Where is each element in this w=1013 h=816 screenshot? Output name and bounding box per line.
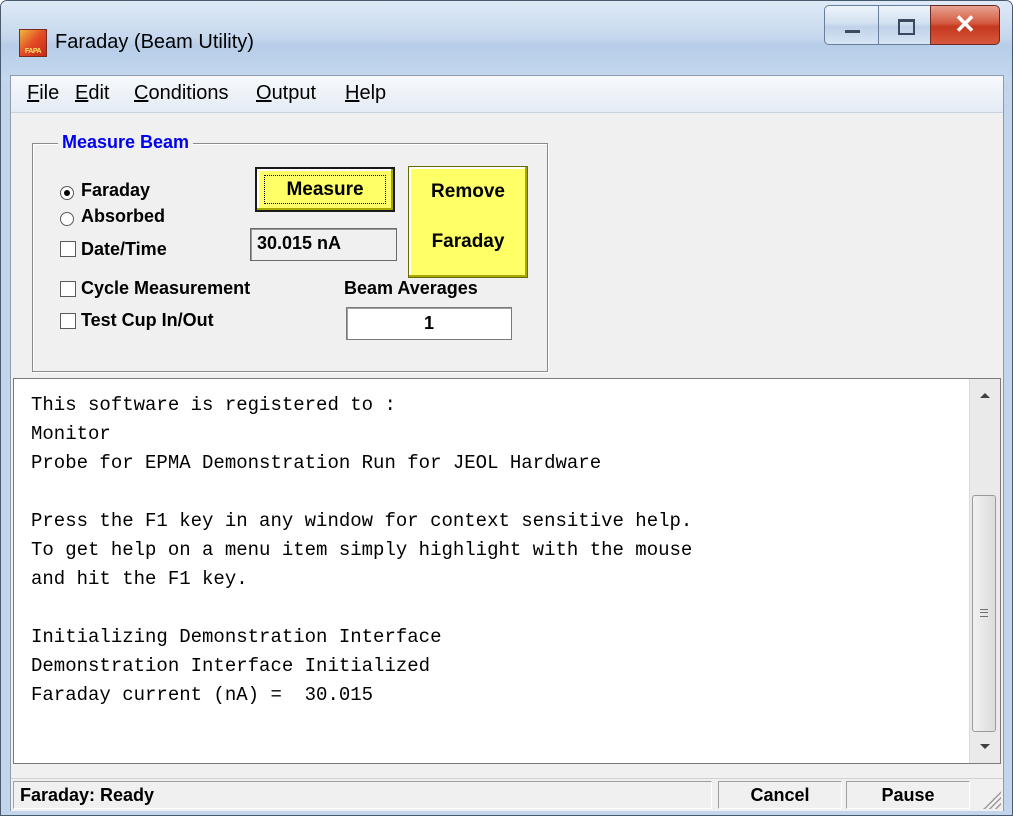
status-text: Faraday: Ready	[13, 781, 712, 809]
menu-output[interactable]: Output	[256, 82, 316, 105]
beam-current-readout: 30.015 nA	[250, 228, 397, 261]
radio-selected-dot	[64, 190, 70, 196]
checkbox-cycle-measurement-label[interactable]: Cycle Measurement	[81, 278, 250, 299]
window-title: Faraday (Beam Utility)	[55, 31, 254, 53]
log-line: Initializing Demonstration Interface	[31, 626, 442, 648]
beam-averages-input[interactable]: 1	[346, 307, 512, 340]
title-bar[interactable]: FAPA Faraday (Beam Utility) ✕	[1, 1, 1012, 81]
scroll-thumb[interactable]	[972, 495, 996, 732]
log-vertical-scrollbar[interactable]	[969, 379, 1000, 763]
close-icon: ✕	[954, 9, 976, 39]
radio-absorbed-label[interactable]: Absorbed	[81, 206, 165, 227]
radio-faraday[interactable]	[60, 186, 74, 200]
measure-beam-legend: Measure Beam	[58, 132, 194, 153]
menu-file[interactable]: File	[27, 82, 59, 105]
app-logo-icon: FAPA	[19, 29, 47, 57]
checkbox-cycle-measurement[interactable]	[60, 281, 76, 297]
radio-absorbed[interactable]	[60, 212, 74, 226]
remove-faraday-button[interactable]: Remove Faraday	[408, 166, 528, 278]
close-button[interactable]: ✕	[930, 5, 1000, 45]
menu-bar: File Edit Conditions Output Help	[11, 76, 1003, 113]
checkbox-datetime-label[interactable]: Date/Time	[81, 239, 167, 260]
log-line: and hit the F1 key.	[31, 568, 248, 590]
minimize-button[interactable]	[824, 5, 879, 45]
remove-faraday-label-line2: Faraday	[431, 231, 505, 252]
menu-help[interactable]: Help	[345, 82, 386, 105]
resize-grip-icon[interactable]	[983, 791, 1001, 809]
beam-averages-label: Beam Averages	[344, 278, 478, 298]
measure-button[interactable]: Measure	[255, 167, 395, 212]
message-log[interactable]: This software is registered to : Monitor…	[13, 378, 1001, 764]
maximize-button[interactable]	[878, 5, 931, 45]
app-window: FAPA Faraday (Beam Utility) ✕ File Edit …	[0, 0, 1013, 816]
log-line: Demonstration Interface Initialized	[31, 655, 431, 677]
remove-faraday-label-line1: Remove	[431, 181, 505, 202]
measure-button-label: Measure	[264, 175, 386, 204]
log-line: Monitor	[31, 423, 111, 445]
maximize-icon	[898, 19, 915, 35]
client-area: File Edit Conditions Output Help Measure…	[10, 75, 1004, 811]
log-line: Press the F1 key in any window for conte…	[31, 510, 693, 532]
log-line: Probe for EPMA Demonstration Run for JEO…	[31, 452, 602, 474]
pause-button[interactable]: Pause	[846, 781, 970, 809]
status-bar: Faraday: Ready Cancel Pause	[11, 778, 1003, 811]
checkbox-test-cup-label[interactable]: Test Cup In/Out	[81, 310, 214, 331]
scroll-down-arrow-icon[interactable]	[980, 744, 990, 749]
menu-edit[interactable]: Edit	[75, 82, 109, 105]
log-text: This software is registered to : Monitor…	[31, 391, 951, 710]
minimize-icon	[845, 30, 860, 33]
cancel-button[interactable]: Cancel	[718, 781, 842, 809]
scroll-grip-icon	[980, 609, 988, 617]
log-line: To get help on a menu item simply highli…	[31, 539, 693, 561]
scroll-up-arrow-icon[interactable]	[980, 393, 990, 398]
log-line: Faraday current (nA) = 30.015	[31, 684, 374, 706]
log-line: This software is registered to :	[31, 394, 396, 416]
menu-conditions[interactable]: Conditions	[134, 82, 229, 105]
checkbox-test-cup[interactable]	[60, 313, 76, 329]
radio-faraday-label[interactable]: Faraday	[81, 180, 150, 201]
checkbox-datetime[interactable]	[60, 241, 76, 257]
